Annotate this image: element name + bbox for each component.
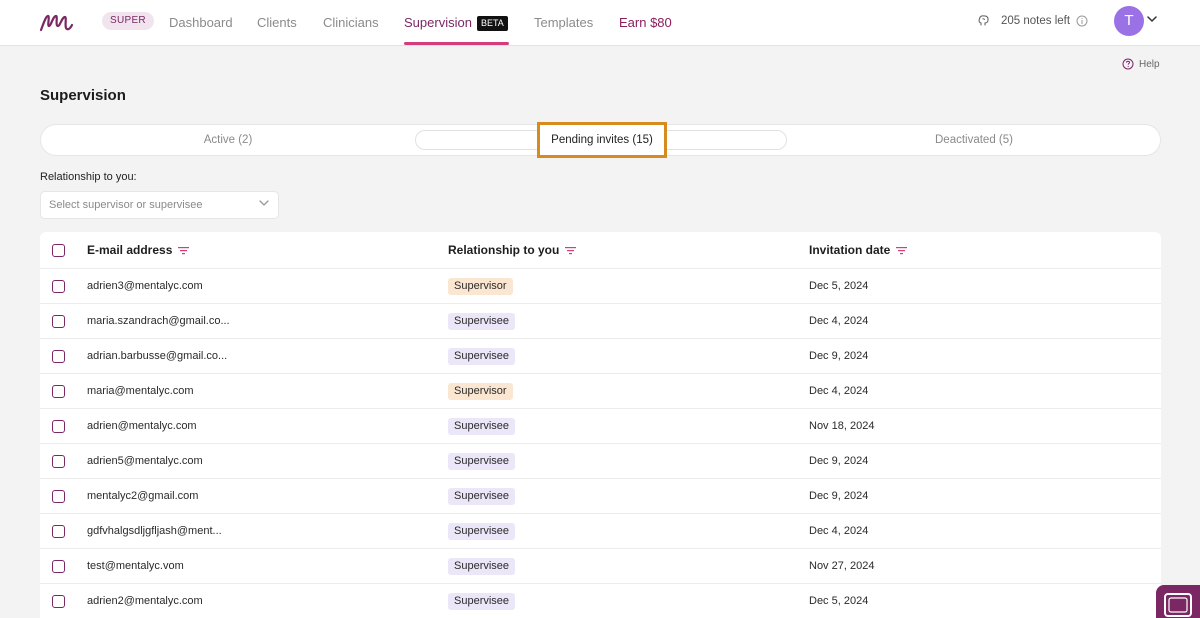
tab-deactivated[interactable]: Deactivated (5) — [787, 125, 1161, 155]
filter-lines-icon[interactable] — [565, 246, 577, 255]
page-title: Supervision — [40, 87, 126, 104]
row-checkbox[interactable] — [52, 490, 65, 503]
table-row[interactable]: adrien@mentalyc.com Supervisee Nov 18, 2… — [40, 409, 1161, 444]
row-checkbox[interactable] — [52, 455, 65, 468]
nav-supervision[interactable]: Supervision BETA — [404, 15, 508, 31]
row-date: Dec 9, 2024 — [809, 490, 869, 502]
relationship-filter-label: Relationship to you: — [40, 171, 137, 183]
info-icon[interactable] — [1076, 15, 1088, 27]
row-date: Dec 5, 2024 — [809, 595, 869, 607]
column-invitation-date[interactable]: Invitation date — [809, 243, 908, 257]
row-email: adrien3@mentalyc.com — [87, 280, 203, 292]
filter-lines-icon[interactable] — [178, 246, 190, 255]
row-checkbox[interactable] — [52, 315, 65, 328]
row-date: Dec 9, 2024 — [809, 350, 869, 362]
table-row[interactable]: mentalyc2@gmail.com Supervisee Dec 9, 20… — [40, 479, 1161, 514]
row-checkbox[interactable] — [52, 560, 65, 573]
notes-counter: 205 notes left — [977, 14, 1088, 27]
active-nav-underline — [404, 42, 509, 45]
mentalyc-logo-icon[interactable] — [38, 8, 74, 36]
nav-templates[interactable]: Templates — [534, 15, 593, 30]
table-row[interactable]: adrian.barbusse@gmail.co... Supervisee D… — [40, 339, 1161, 374]
table-row[interactable]: adrien2@mentalyc.com Supervisee Dec 5, 2… — [40, 584, 1161, 618]
help-circle-icon — [1122, 58, 1134, 70]
brain-icon — [978, 15, 989, 26]
row-email: maria@mentalyc.com — [87, 385, 194, 397]
row-date: Nov 18, 2024 — [809, 420, 875, 432]
column-email[interactable]: E-mail address — [87, 243, 190, 257]
relationship-tag: Supervisee — [448, 313, 516, 330]
column-relationship[interactable]: Relationship to you — [448, 243, 577, 257]
chat-bubble-icon — [1164, 593, 1192, 617]
super-badge: SUPER — [102, 12, 154, 30]
relationship-tag: Supervisor — [448, 278, 513, 295]
row-email: test@mentalyc.vom — [87, 560, 184, 572]
row-checkbox[interactable] — [52, 385, 65, 398]
table-row[interactable]: maria.szandrach@gmail.co... Supervisee D… — [40, 304, 1161, 339]
relationship-tag: Supervisee — [448, 453, 516, 470]
help-link[interactable]: Help — [1122, 58, 1160, 70]
nav-clients[interactable]: Clients — [257, 15, 297, 30]
row-checkbox[interactable] — [52, 280, 65, 293]
column-date-label: Invitation date — [809, 243, 891, 257]
relationship-tag: Supervisee — [448, 418, 516, 435]
chevron-down-icon — [259, 200, 269, 206]
row-checkbox[interactable] — [52, 525, 65, 538]
relationship-tag: Supervisee — [448, 348, 516, 365]
row-date: Dec 5, 2024 — [809, 280, 869, 292]
relationship-filter-select[interactable]: Select supervisor or supervisee — [40, 191, 279, 219]
nav-clinicians[interactable]: Clinicians — [323, 15, 379, 30]
table-row[interactable]: maria@mentalyc.com Supervisor Dec 4, 202… — [40, 374, 1161, 409]
invites-table: E-mail address Relationship to you Invit… — [40, 232, 1161, 618]
chat-widget[interactable] — [1156, 585, 1200, 618]
relationship-tag: Supervisee — [448, 593, 516, 610]
relationship-tag: Supervisee — [448, 558, 516, 575]
row-date: Dec 9, 2024 — [809, 455, 869, 467]
nav-dashboard[interactable]: Dashboard — [169, 15, 233, 30]
nav-supervision-label: Supervision — [404, 15, 472, 30]
tab-pending-invites[interactable]: Pending invites (15) — [537, 122, 667, 158]
relationship-tag: Supervisee — [448, 488, 516, 505]
row-date: Dec 4, 2024 — [809, 315, 869, 327]
row-email: adrien2@mentalyc.com — [87, 595, 203, 607]
row-email: adrian.barbusse@gmail.co... — [87, 350, 228, 362]
row-email: adrien@mentalyc.com — [87, 420, 197, 432]
select-all-checkbox[interactable] — [52, 244, 65, 257]
filter-lines-icon[interactable] — [896, 246, 908, 255]
table-row[interactable]: adrien3@mentalyc.com Supervisor Dec 5, 2… — [40, 269, 1161, 304]
top-navigation: SUPER Dashboard Clients Clinicians Super… — [0, 0, 1200, 46]
row-date: Dec 4, 2024 — [809, 385, 869, 397]
row-email: gdfvhalgsdljgfljash@ment... — [87, 525, 222, 537]
help-label: Help — [1139, 58, 1160, 70]
row-checkbox[interactable] — [52, 420, 65, 433]
notes-left-text: 205 notes left — [1001, 14, 1071, 27]
row-date: Nov 27, 2024 — [809, 560, 875, 572]
row-email: adrien5@mentalyc.com — [87, 455, 203, 467]
chevron-down-icon[interactable] — [1147, 16, 1157, 23]
row-email: maria.szandrach@gmail.co... — [87, 315, 230, 327]
user-avatar[interactable]: T — [1114, 6, 1144, 36]
table-row[interactable]: test@mentalyc.vom Supervisee Nov 27, 202… — [40, 549, 1161, 584]
tab-active[interactable]: Active (2) — [41, 125, 415, 155]
nav-earn[interactable]: Earn $80 — [619, 15, 672, 30]
row-date: Dec 4, 2024 — [809, 525, 869, 537]
relationship-filter-placeholder: Select supervisor or supervisee — [49, 199, 203, 211]
row-checkbox[interactable] — [52, 350, 65, 363]
relationship-tag: Supervisee — [448, 523, 516, 540]
column-email-label: E-mail address — [87, 243, 173, 257]
table-header: E-mail address Relationship to you Invit… — [40, 232, 1161, 269]
column-relationship-label: Relationship to you — [448, 243, 560, 257]
row-checkbox[interactable] — [52, 595, 65, 608]
relationship-tag: Supervisor — [448, 383, 513, 400]
row-email: mentalyc2@gmail.com — [87, 490, 199, 502]
table-row[interactable]: gdfvhalgsdljgfljash@ment... Supervisee D… — [40, 514, 1161, 549]
beta-badge: BETA — [476, 16, 508, 31]
table-row[interactable]: adrien5@mentalyc.com Supervisee Dec 9, 2… — [40, 444, 1161, 479]
